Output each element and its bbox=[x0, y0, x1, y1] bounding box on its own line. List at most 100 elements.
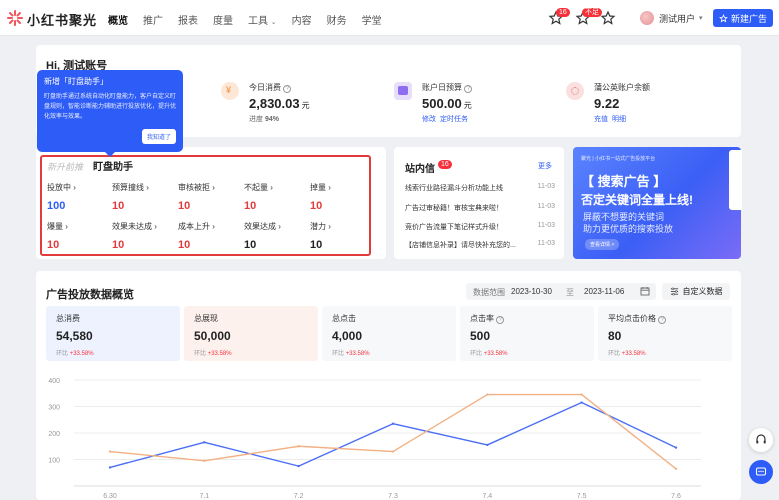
kpi-total-clicks[interactable]: 总点击 4,000 环比 +33.58% bbox=[322, 306, 456, 361]
kpi-ctr[interactable]: 点击率 ? 500 环比 +33.58% bbox=[460, 306, 594, 361]
user-name: 测试用户 bbox=[659, 13, 696, 24]
series-1-point[interactable] bbox=[674, 446, 678, 449]
series-2-point[interactable] bbox=[486, 393, 489, 396]
chevron-right-icon: › bbox=[212, 183, 215, 192]
metric-potential[interactable]: 潜力 › 10 bbox=[310, 221, 372, 251]
chevron-right-icon: › bbox=[328, 183, 331, 192]
kpi-label: 总点击 bbox=[332, 314, 356, 323]
inbox-message[interactable]: 线索行业路径漏斗分析功能上线 11-03 bbox=[405, 183, 555, 193]
series-2-point[interactable] bbox=[391, 450, 395, 453]
nav-tools[interactable]: 工具 ⌄ bbox=[248, 12, 277, 27]
today-spend-unit: 元 bbox=[301, 101, 310, 110]
nav-finance[interactable]: 财务 bbox=[327, 12, 347, 27]
banner-header: 聚光 | 小红书一站式广告投放平台 bbox=[581, 156, 656, 162]
end-date[interactable]: 2023-11-06 bbox=[584, 287, 624, 296]
metric-value: 10 bbox=[112, 239, 125, 251]
series-1-point[interactable] bbox=[203, 441, 206, 444]
inbox-message[interactable]: 广告过审秘籍！审核宝典来啦！ 11-03 bbox=[405, 203, 555, 213]
metric-label: 效果未达成 bbox=[112, 222, 152, 231]
scheduled-task-link[interactable]: 定时任务 bbox=[440, 116, 468, 123]
kpi-value: 50,000 bbox=[194, 329, 231, 343]
message-date: 11-03 bbox=[537, 203, 555, 210]
series-1-point[interactable] bbox=[580, 401, 583, 404]
kpi-trend-label: 环比 bbox=[608, 351, 621, 357]
series-1-point[interactable] bbox=[486, 443, 489, 447]
kpi-total-spend[interactable]: 总消费 54,580 环比 +33.58% bbox=[46, 306, 180, 361]
start-date[interactable]: 2023-10-30 bbox=[511, 287, 552, 296]
kpi-trend-value: +33.58% bbox=[621, 351, 646, 357]
monitor-tag: 新升前推 bbox=[47, 162, 84, 172]
series-2-point[interactable] bbox=[580, 393, 583, 396]
custom-data-button[interactable]: 自定义数据 bbox=[662, 283, 730, 300]
range-separator: 至 bbox=[566, 288, 574, 297]
y-tick-label: 400 bbox=[48, 378, 60, 385]
edit-budget-link[interactable]: 修改 bbox=[422, 116, 436, 123]
chevron-right-icon: › bbox=[212, 222, 215, 231]
metric-rejected[interactable]: 审核被拒 › 10 bbox=[178, 182, 240, 212]
favorite-star-icon[interactable] bbox=[600, 10, 616, 26]
inbox-message[interactable]: 【店铺信息补录】请尽快补充您的... 11-03 bbox=[405, 240, 555, 250]
metric-value: 10 bbox=[178, 239, 191, 251]
help-icon[interactable]: ? bbox=[283, 85, 292, 93]
tooltip-body: 盯盘助手通过系统自动化盯盘能力，客户自定义盯盘规则，智能诊断能力辅助进行投放优化… bbox=[44, 94, 177, 120]
feature-tooltip: 新增「盯盘助手」 盯盘助手通过系统自动化盯盘能力，客户自定义盯盘规则，智能诊断能… bbox=[37, 70, 183, 157]
inbox-card: 站内信 16 更多 线索行业路径漏斗分析功能上线 11-03 广告过审秘籍！审核宝… bbox=[394, 147, 564, 259]
user-menu[interactable]: 测试用户 ▾ bbox=[640, 11, 703, 25]
nav-measurement[interactable]: 度量 bbox=[213, 12, 233, 27]
help-icon[interactable]: ? bbox=[496, 316, 505, 324]
series-1-point[interactable] bbox=[108, 466, 112, 469]
kpi-trend-label: 环比 bbox=[56, 351, 69, 357]
trend-line-chart: 100 200 300 400 6.30 7.1 7.2 7.3 7.4 7.5 7.6 bbox=[48, 378, 701, 500]
brand-name[interactable]: 小红书聚光 bbox=[27, 10, 97, 29]
help-icon[interactable]: ? bbox=[658, 316, 667, 324]
banner-desc-line: 屏蔽不想要的关键词 bbox=[583, 212, 665, 222]
nav-promotion[interactable]: 推广 bbox=[143, 12, 163, 27]
message-text: 广告过审秘籍！审核宝典来啦！ bbox=[405, 205, 503, 212]
recharge-link[interactable]: 充值 bbox=[594, 116, 608, 123]
nav-content[interactable]: 内容 bbox=[292, 12, 312, 27]
metric-surge[interactable]: 爆量 › 10 bbox=[47, 221, 109, 251]
nav-reports[interactable]: 报表 bbox=[178, 12, 198, 27]
inbox-more-link[interactable]: 更多 bbox=[538, 161, 552, 171]
metric-value: 10 bbox=[47, 239, 60, 251]
kpi-total-impressions[interactable]: 总展现 50,000 环比 +33.58% bbox=[184, 306, 318, 361]
chat-button[interactable] bbox=[749, 460, 773, 484]
metric-volume-drop[interactable]: 掉量 › 10 bbox=[310, 182, 372, 212]
metric-budget-cap[interactable]: 预算撞线 › 10 bbox=[112, 182, 174, 212]
metric-target-met[interactable]: 效果达成 › 10 bbox=[244, 221, 306, 251]
series-2-point[interactable] bbox=[203, 459, 206, 463]
chevron-right-icon: › bbox=[278, 222, 281, 231]
series-line-1[interactable] bbox=[109, 401, 677, 469]
next-banner-peek[interactable] bbox=[729, 150, 742, 210]
help-icon[interactable]: ? bbox=[464, 85, 473, 93]
tooltip-got-it-button[interactable]: 我知道了 bbox=[141, 129, 176, 144]
date-range-picker[interactable]: 数据范围 2023-10-30 至 2023-11-06 bbox=[466, 283, 656, 300]
series-line-2[interactable] bbox=[109, 393, 677, 470]
calendar-icon[interactable] bbox=[640, 286, 650, 296]
metric-low-volume[interactable]: 不起量 › 10 bbox=[244, 182, 306, 212]
inbox-message[interactable]: 竞价广告流量下笔记样式升级！ 11-03 bbox=[405, 222, 555, 232]
nav-overview[interactable]: 概览 bbox=[108, 12, 128, 27]
new-ad-button[interactable]: 新建广告 bbox=[713, 9, 773, 27]
main-nav: 概览 推广 报表 度量 工具 ⌄ 内容 财务 学堂 bbox=[108, 12, 397, 27]
kpi-value: 54,580 bbox=[56, 329, 93, 343]
banner-description: 屏蔽不想要的关键词 助力更优质的搜索投放 bbox=[583, 211, 673, 235]
metric-cost-rising[interactable]: 成本上升 › 10 bbox=[178, 221, 240, 251]
customer-service-button[interactable] bbox=[749, 428, 773, 452]
dandelion-icon bbox=[566, 82, 584, 100]
metric-target-missed[interactable]: 效果未达成 › 10 bbox=[112, 221, 174, 251]
search-ad-banner[interactable]: 聚光 | 小红书一站式广告投放平台 【 搜索广告 】 否定关键词全量上线! 屏蔽… bbox=[573, 147, 741, 259]
series-1-point[interactable] bbox=[391, 422, 395, 425]
metric-delivering[interactable]: 投放中 › 100 bbox=[47, 182, 109, 212]
kpi-avg-cpc[interactable]: 平均点击价格 ? 80 环比 +33.58% bbox=[598, 306, 732, 361]
nav-academy[interactable]: 学堂 bbox=[362, 12, 382, 27]
series-2-point[interactable] bbox=[297, 445, 300, 448]
series-2-point[interactable] bbox=[108, 450, 112, 453]
message-date: 11-03 bbox=[537, 183, 555, 190]
details-link[interactable]: 明细 bbox=[612, 116, 626, 123]
kpi-trend-label: 环比 bbox=[332, 351, 345, 357]
series-1-point[interactable] bbox=[297, 464, 300, 468]
kpi-label: 总展现 bbox=[194, 314, 218, 323]
series-2-point[interactable] bbox=[674, 467, 678, 470]
banner-detail-button[interactable]: 查看详情 > bbox=[585, 239, 620, 250]
